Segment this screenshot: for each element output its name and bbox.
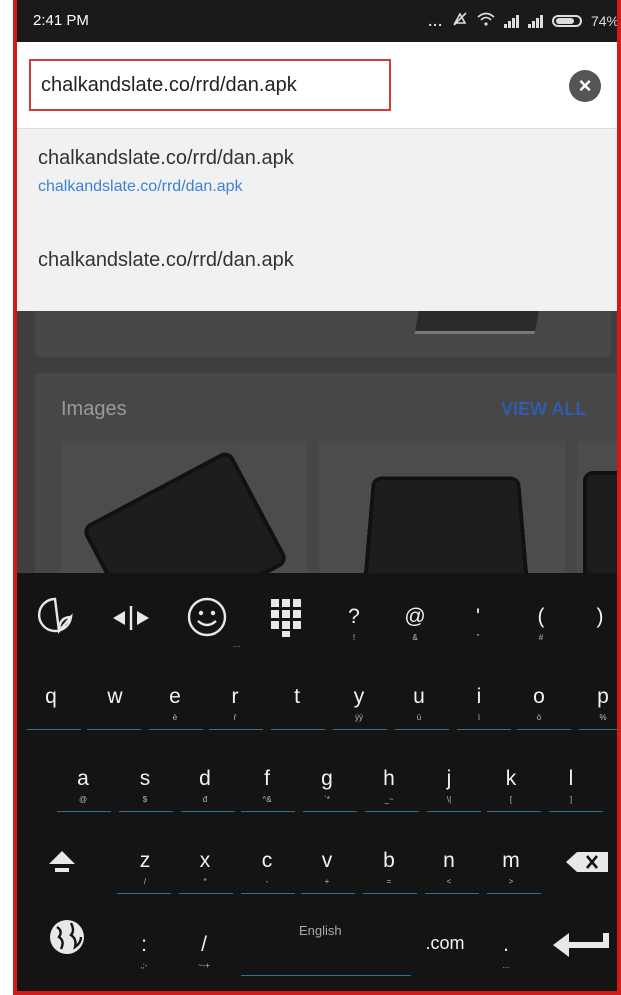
numpad-icon[interactable] (269, 597, 303, 642)
key-s[interactable]: s $ (125, 767, 165, 804)
more-notifications-icon: ... (428, 12, 443, 29)
key-g[interactable]: g `* (307, 767, 347, 804)
key-underline (119, 811, 173, 812)
key-v[interactable]: v + (307, 849, 347, 886)
key-y[interactable]: y ýÿ (339, 685, 379, 722)
key-underline (241, 893, 295, 894)
colon-key[interactable]: : ,;- (129, 933, 159, 970)
globe-icon[interactable] (47, 917, 87, 962)
key[interactable]: ) (585, 605, 615, 642)
key-underline (181, 811, 235, 812)
key-u[interactable]: uü (399, 685, 439, 722)
screen-frame: 2:41 PM ... 74% chalkandslate.co/rrd/dan… (13, 0, 621, 995)
key-b[interactable]: b = (369, 849, 409, 886)
address-bar: chalkandslate.co/rrd/dan.apk × (17, 42, 617, 129)
spacebar[interactable] (241, 975, 411, 976)
key-underline (149, 729, 203, 730)
key-underline (117, 893, 171, 894)
url-text: chalkandslate.co/rrd/dan.apk (41, 74, 297, 96)
image-thumbnail[interactable] (577, 441, 617, 573)
keyboard: ... ?! @ & ' " (# ) q w e è r ŕ t y ýÿ u ü i ì o ö p% a @ s… (17, 573, 617, 991)
key-c[interactable]: c- (247, 849, 287, 886)
signal-icon (503, 14, 519, 28)
key-f[interactable]: f ^& (247, 767, 287, 804)
clear-icon[interactable]: × (569, 70, 601, 102)
key-x[interactable]: x * (185, 849, 225, 886)
key-underline (301, 893, 355, 894)
key-t[interactable]: t (277, 685, 317, 722)
enter-icon[interactable] (551, 927, 613, 962)
key-j[interactable]: j \| (429, 767, 469, 804)
key-underline (549, 811, 603, 812)
status-icons: ... 74% (428, 11, 619, 30)
key-underline (87, 729, 141, 730)
cursor-move-icon[interactable] (109, 603, 153, 638)
suggestion-title: chalkandslate.co/rrd/dan.apk (38, 147, 294, 169)
image-thumbnail[interactable] (61, 441, 307, 573)
page-content: Images VIEW ALL (17, 311, 617, 573)
key-w[interactable]: w (95, 685, 135, 722)
key-underline (425, 893, 479, 894)
key[interactable]: ' " (463, 605, 493, 642)
suggestion-title: chalkandslate.co/rrd/dan.apk (38, 249, 294, 271)
key-q[interactable]: q (31, 685, 71, 722)
suggestion-list: chalkandslate.co/rrd/dan.apk chalkandsla… (17, 129, 617, 311)
sticker-icon[interactable] (35, 595, 75, 640)
key-underline (395, 729, 449, 730)
key-o[interactable]: oö (519, 685, 559, 722)
backspace-icon[interactable] (565, 851, 609, 878)
images-heading: Images (61, 398, 127, 420)
key-underline (209, 729, 263, 730)
key-e[interactable]: eè (155, 685, 195, 722)
mute-icon (452, 11, 468, 30)
url-input[interactable]: chalkandslate.co/rrd/dan.apk (29, 59, 391, 111)
key-n[interactable]: n < (429, 849, 469, 886)
key-a[interactable]: a @ (63, 767, 103, 804)
battery-percent: 74% (590, 12, 619, 29)
slash-key[interactable]: / ~-+ (189, 933, 219, 970)
key-underline (457, 729, 511, 730)
key-underline (365, 811, 419, 812)
key-underline (333, 729, 387, 730)
shift-icon[interactable] (47, 849, 77, 880)
key-underline (27, 729, 81, 730)
product-image (414, 311, 540, 334)
key-k[interactable]: k[ (491, 767, 531, 804)
status-time: 2:41 PM (33, 12, 89, 29)
suggestion-url: chalkandslate.co/rrd/dan.apk (38, 178, 243, 195)
dotcom-key[interactable]: .com (415, 933, 475, 954)
emoji-hint: ... (233, 639, 241, 649)
key-underline (363, 893, 417, 894)
key-underline (241, 811, 295, 812)
emoji-icon[interactable] (185, 595, 229, 644)
key-underline (487, 811, 541, 812)
key-underline (303, 811, 357, 812)
key[interactable]: ?! (339, 605, 369, 642)
key-m[interactable]: m > (491, 849, 531, 886)
key-i[interactable]: iì (459, 685, 499, 722)
status-bar: 2:41 PM ... 74% (17, 0, 619, 42)
key-h[interactable]: h _~ (369, 767, 409, 804)
key-underline (427, 811, 481, 812)
key-underline (57, 811, 111, 812)
period-key[interactable]: .... (491, 933, 521, 970)
key-d[interactable]: dđ (185, 767, 225, 804)
spacebar-label: English (299, 923, 342, 938)
key-r[interactable]: rŕ (215, 685, 255, 722)
battery-icon (551, 14, 582, 27)
wifi-icon (477, 12, 495, 29)
key-underline (271, 729, 325, 730)
key[interactable]: @ & (397, 605, 433, 642)
view-all-link[interactable]: VIEW ALL (501, 399, 586, 420)
key-l[interactable]: l] (551, 767, 591, 804)
key-p[interactable]: p% (583, 685, 617, 722)
key-underline (579, 729, 617, 730)
signal-icon-2 (527, 14, 543, 28)
key[interactable]: (# (523, 605, 559, 642)
key-z[interactable]: z / (125, 849, 165, 886)
key-underline (487, 893, 541, 894)
image-thumbnail[interactable] (319, 441, 565, 573)
key-underline (179, 893, 233, 894)
key-underline (517, 729, 571, 730)
